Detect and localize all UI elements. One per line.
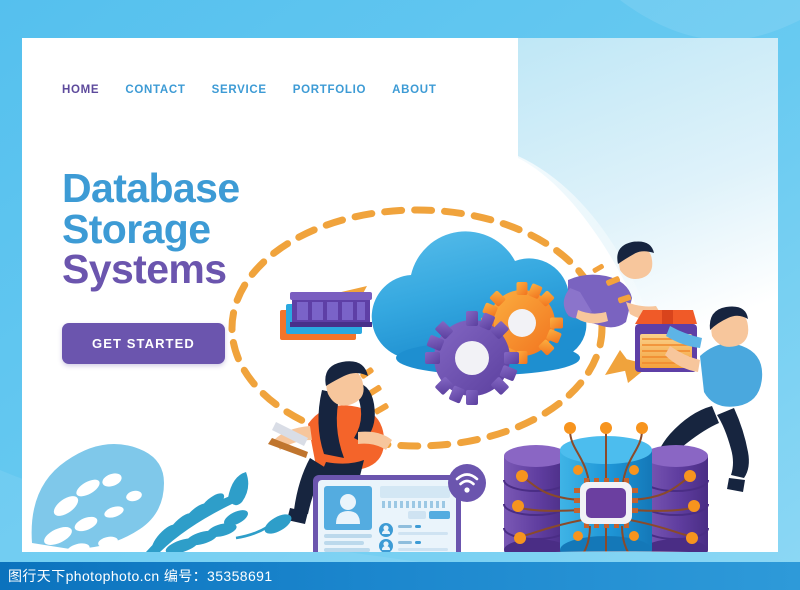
wifi-icon-badge xyxy=(448,464,486,502)
database-cylinders xyxy=(503,422,709,552)
gear-purple-icon xyxy=(425,311,519,405)
ram-memory-stick xyxy=(280,292,372,340)
watermark-text: 图行天下photophoto.cn 编号：35358691 xyxy=(8,568,273,584)
tropical-leaves-decoration xyxy=(31,443,292,552)
database-cylinder-left xyxy=(503,445,569,552)
hero-illustration xyxy=(31,206,763,552)
cpu-chip-icon xyxy=(574,478,638,528)
database-cylinder-right xyxy=(643,445,709,552)
cloud-with-gears xyxy=(371,231,587,405)
watermark-bar: 图行天下photophoto.cn 编号：35358691 xyxy=(0,562,800,590)
content-card: HOME CONTACT SERVICE PORTFOLIO ABOUT Dat… xyxy=(22,38,778,552)
